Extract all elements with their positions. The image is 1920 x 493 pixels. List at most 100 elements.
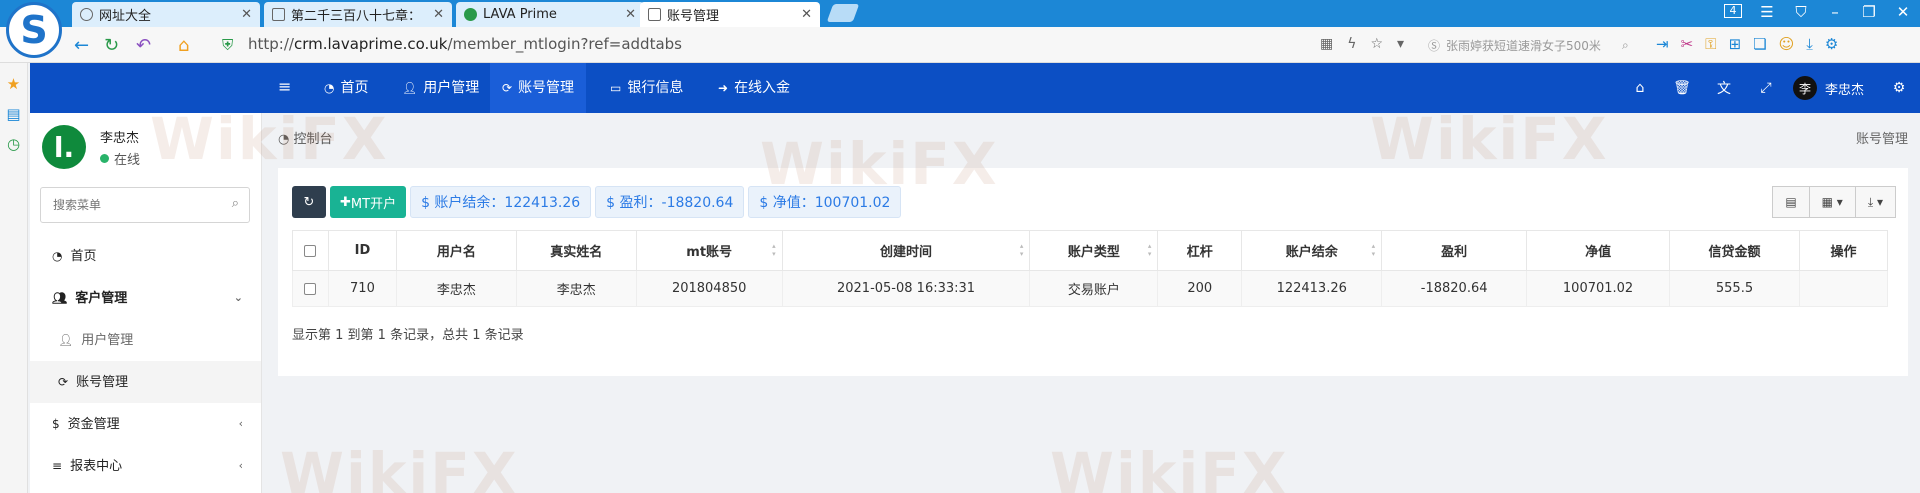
restore-icon[interactable]: ❐ [1860, 3, 1878, 21]
refresh-icon[interactable]: ↻ [104, 35, 119, 56]
cell-created-at: 2021-05-08 16:33:31 [781, 270, 1031, 307]
column-header[interactable]: ID [327, 230, 397, 271]
watermark: WikiFX [1370, 105, 1609, 173]
extension-icon[interactable]: ⚙ [1825, 35, 1838, 53]
sidebar-item-home[interactable]: ◔ 首页 [30, 235, 261, 277]
sidebar-item-funds[interactable]: $ 资金管理 ‹ [30, 403, 261, 445]
balance-badge: $ 账户结余：122413.26 [410, 186, 592, 218]
column-header[interactable]: 净值 [1526, 230, 1671, 271]
close-icon[interactable]: ✕ [625, 7, 636, 22]
cell-actions[interactable] [1798, 270, 1889, 307]
nav-label: 首页 [340, 80, 369, 96]
window-icon[interactable]: ❏ [1753, 35, 1766, 53]
close-icon[interactable]: ✕ [433, 7, 444, 22]
column-header-sortable[interactable]: 账户类型 [1029, 230, 1159, 271]
refresh-button[interactable]: ↻ [292, 186, 326, 218]
user-menu[interactable]: 李 李忠杰 [1792, 76, 1864, 100]
star-icon[interactable]: ☆ [1370, 36, 1383, 52]
chevron-down-icon[interactable]: ▾ [1397, 36, 1404, 52]
search-icon[interactable]: ⌕ [1622, 38, 1629, 53]
column-header-sortable[interactable]: 账户结余 [1241, 230, 1383, 271]
grid-icon: ▦ ▾ [1821, 195, 1843, 209]
scissors-icon[interactable]: ✂ [1681, 35, 1694, 53]
translate-icon[interactable]: ⊞ [1729, 35, 1742, 53]
lightning-icon[interactable]: ϟ [1347, 36, 1356, 52]
toggle-view-button[interactable]: ▤ [1772, 186, 1810, 218]
table-row[interactable]: 710 李忠杰 李忠杰 201804850 2021-05-08 16:33:3… [292, 270, 1889, 307]
history-icon[interactable]: ◷ [0, 135, 27, 153]
address-bar: ← ↻ ↶ ⌂ ⛨ http://crm.lavaprime.co.uk/mem… [0, 27, 1920, 63]
menu-search-input[interactable] [41, 188, 211, 222]
key-icon[interactable]: ⚿ [1705, 35, 1716, 53]
home-icon[interactable]: ⌂ [178, 35, 189, 56]
sidebar-item-customers[interactable]: 👥︎ 客户管理 ⌄ [30, 277, 261, 319]
download-icon[interactable]: ⤓ [1806, 35, 1813, 53]
breadcrumb-label[interactable]: 控制台 [293, 132, 332, 147]
skin-icon[interactable]: ⛉ [1792, 3, 1810, 21]
address-tools: ▦ ϟ ☆ ▾ [1320, 36, 1404, 52]
menu-search: ⌕ [40, 187, 250, 223]
nav-item-bank[interactable]: ▭ 银行信息 [598, 63, 695, 113]
nav-item-accounts[interactable]: ⟳ 账号管理 [490, 63, 587, 113]
select-all-checkbox[interactable] [304, 244, 317, 257]
table-toolbar: ↻ ✚ MT开户 $ 账户结余：122413.26 $ 盈利：-18820.64 … [292, 186, 902, 218]
tab-title: LAVA Prime [483, 7, 557, 22]
top-navigation: ≡ ◔ 首页 👤︎ 用户管理 ⟳ 账号管理 ▭ 银行信息 ➜ 在线入金 ⌂ 🗑︎ 文 ⤢ … [30, 63, 1920, 113]
watermark: WikiFX [280, 440, 519, 493]
browser-tab[interactable]: LAVA Prime ✕ [456, 2, 644, 27]
language-icon[interactable]: 文 [1703, 78, 1745, 98]
add-mt-account-button[interactable]: ✚ MT开户 [330, 186, 407, 218]
minimize-icon[interactable]: – [1826, 3, 1844, 21]
report-icon: ≡ [52, 459, 63, 473]
nav-item-deposit[interactable]: ➜ 在线入金 [706, 63, 802, 113]
column-header[interactable]: 杠杆 [1157, 230, 1243, 271]
settings-icon[interactable]: ⚙ [1878, 80, 1920, 96]
nav-item-home[interactable]: ◔ 首页 [312, 63, 380, 113]
column-header[interactable]: 盈利 [1381, 230, 1528, 271]
row-checkbox[interactable] [304, 282, 317, 295]
column-header-sortable[interactable]: 创建时间 [781, 230, 1031, 271]
undo-icon[interactable]: ↶ [136, 35, 151, 56]
browser-tab[interactable]: 第二千三百八十七章： ✕ [264, 2, 452, 27]
nav-label: 账号管理 [518, 80, 575, 96]
sidebar-item-reports[interactable]: ≡ 报表中心 ‹ [30, 445, 261, 487]
nav-item-users[interactable]: 👤︎ 用户管理 [390, 63, 491, 113]
browser-sidebar: ★ ▤ ◷ [0, 63, 28, 493]
trash-icon[interactable]: 🗑︎ [1661, 80, 1703, 96]
account-panel: ↻ ✚ MT开户 $ 账户结余：122413.26 $ 盈利：-18820.64 … [278, 168, 1908, 376]
tab-count-icon[interactable]: 4 [1724, 4, 1742, 18]
fullscreen-icon[interactable]: ⤢ [1745, 80, 1787, 96]
page-title: 账号管理 [1855, 132, 1908, 147]
column-header[interactable]: 用户名 [395, 230, 517, 271]
home-icon[interactable]: ⌂ [1619, 80, 1661, 96]
menu-icon[interactable]: ☰ [1758, 3, 1776, 21]
sidebar-item-account-management[interactable]: ⟳ 账号管理 [30, 361, 261, 403]
close-icon[interactable]: ✕ [241, 7, 252, 22]
search-icon[interactable]: ⌕ [232, 196, 239, 211]
reader-icon[interactable]: ▤ [0, 105, 27, 123]
browser-search[interactable]: Ⓢ 张雨婷获短道速滑女子500米 ⌕ [1428, 33, 1636, 57]
favorites-icon[interactable]: ★ [0, 75, 27, 93]
login-icon[interactable]: ⇥ [1656, 35, 1669, 53]
hamburger-icon[interactable]: ≡ [278, 77, 291, 96]
column-header[interactable]: 真实姓名 [515, 230, 637, 271]
close-window-icon[interactable]: ✕ [1894, 3, 1912, 21]
back-icon[interactable]: ← [74, 35, 89, 56]
browser-tab[interactable]: 网址大全 ✕ [72, 2, 260, 27]
column-header-sortable[interactable]: mt账号 [635, 230, 783, 271]
shield-icon: ⛨ [222, 36, 234, 54]
close-icon[interactable]: ✕ [801, 7, 812, 22]
columns-button[interactable]: ▦ ▾ [1809, 186, 1856, 218]
side-menu: l. 李忠杰 在线 ⌕ ◔ 首页 👥︎ 客户管理 ⌄ 👤︎ 用户管理 ⟳ 账号管理 $ 资金… [30, 113, 262, 493]
column-header[interactable]: 信贷金额 [1669, 230, 1800, 271]
browser-tab-active[interactable]: 账号管理 ✕ [640, 2, 820, 27]
sidebar-item-label: 用户管理 [81, 333, 134, 348]
export-button[interactable]: ⤓ ▾ [1855, 186, 1896, 218]
sidebar-item-user-management[interactable]: 👤︎ 用户管理 [30, 319, 261, 361]
sidebar-item-label: 账号管理 [76, 375, 129, 390]
emoji-icon[interactable]: ☺ [1779, 35, 1795, 53]
url-input[interactable]: http://crm.lavaprime.co.uk/member_mtlogi… [248, 35, 682, 53]
browser-logo: S [6, 2, 62, 58]
new-tab-button[interactable] [826, 4, 860, 22]
qr-icon[interactable]: ▦ [1320, 36, 1333, 52]
